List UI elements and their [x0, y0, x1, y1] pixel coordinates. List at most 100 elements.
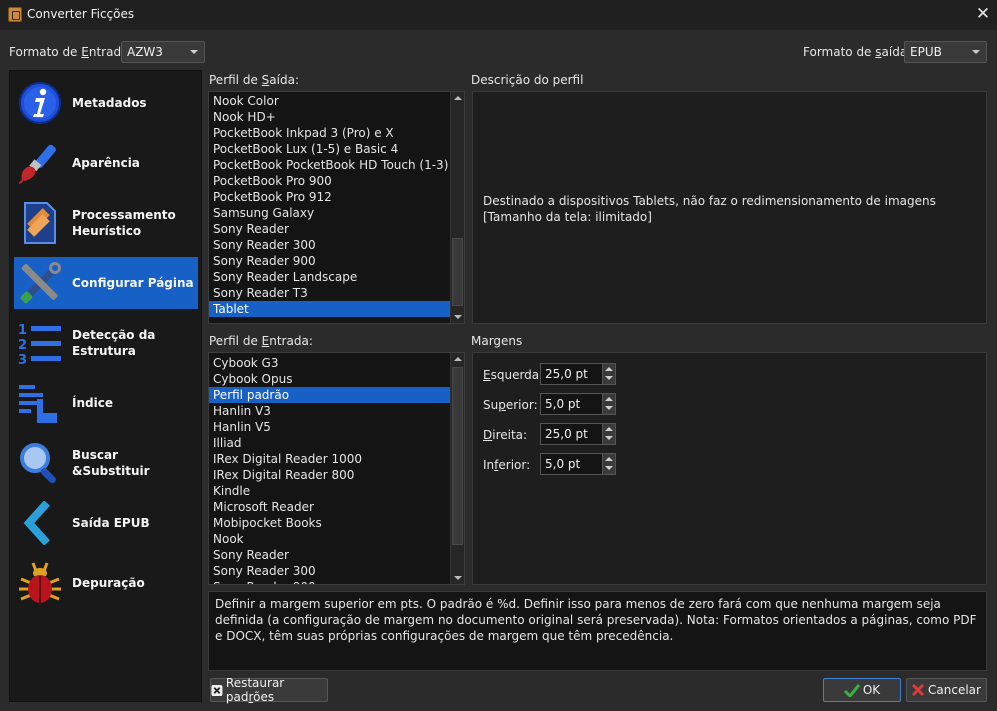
- scroll-down-arrow-icon[interactable]: [451, 310, 464, 323]
- spin-arrows-icon[interactable]: [602, 394, 615, 414]
- output-format-label: Formato de saída:: [803, 45, 911, 59]
- sidebar-item-deteccao-da-estrutura[interactable]: 1 2 3 Detecção da Estrutura: [14, 317, 198, 369]
- list-item[interactable]: IRex Digital Reader 800: [209, 467, 451, 483]
- scroll-up-arrow-icon[interactable]: [451, 353, 464, 366]
- input-format-label: Formato de Entrada:: [9, 45, 132, 59]
- list-item[interactable]: PocketBook Lux (1-5) e Basic 4: [209, 141, 451, 157]
- margin-left-label-rest: squerda:: [490, 368, 544, 382]
- search-icon: [20, 443, 56, 484]
- spin-arrows-icon[interactable]: [602, 364, 615, 384]
- sidebar-item-aparencia[interactable]: Aparência: [14, 137, 198, 189]
- margin-left-label-mnemonic: E: [483, 368, 491, 382]
- ok-label: OK: [862, 683, 881, 697]
- chevron-left-icon: [23, 501, 50, 545]
- list-item[interactable]: Microsoft Reader: [209, 499, 451, 515]
- sidebar-item-label: Depuração: [72, 576, 145, 590]
- margin-top-spinbox[interactable]: 5,0 pt: [540, 393, 616, 415]
- ok-button[interactable]: OK: [823, 678, 901, 702]
- brush-icon: [18, 144, 56, 184]
- chevron-down-icon: [190, 50, 198, 54]
- sidebar-item-depuracao[interactable]: Depuração: [14, 557, 198, 609]
- list-item[interactable]: Hanlin V5: [209, 419, 451, 435]
- sidebar-item-label: Índice: [72, 396, 113, 410]
- chevron-down-icon: [972, 50, 980, 54]
- input-format-value: AZW3: [127, 45, 163, 59]
- list-item[interactable]: Sony Reader Landscape: [209, 269, 451, 285]
- list-item[interactable]: Sony Reader 900: [209, 579, 451, 584]
- list-item[interactable]: PocketBook Pro 912: [209, 189, 451, 205]
- sidebar: Metadados Aparência Processamento Heurís…: [9, 70, 202, 702]
- list-item[interactable]: Nook: [209, 531, 451, 547]
- margin-left-spinbox[interactable]: 25,0 pt: [540, 363, 616, 385]
- close-icon[interactable]: ✕: [973, 4, 993, 24]
- sidebar-item-label: Configurar Página: [72, 276, 194, 290]
- margin-bottom-label: Inferior:: [483, 458, 530, 472]
- input-format-select[interactable]: AZW3: [121, 41, 205, 63]
- list-item[interactable]: Illiad: [209, 435, 451, 451]
- spin-arrows-icon[interactable]: [602, 454, 615, 474]
- list-item[interactable]: Sony Reader T3: [209, 285, 451, 301]
- sidebar-item-metadados[interactable]: Metadados: [14, 77, 198, 129]
- list-item[interactable]: Hanlin V3: [209, 403, 451, 419]
- sidebar-item-label: Detecção da Estrutura: [72, 328, 156, 358]
- list-item[interactable]: Sony Reader 900: [209, 253, 451, 269]
- scrollbar-thumb[interactable]: [452, 238, 463, 306]
- output-profile-list[interactable]: Nook Color Nook HD+ PocketBook Inkpad 3 (P…: [208, 91, 465, 324]
- output-profile-label-pre: Perfil de: [209, 73, 262, 87]
- margins-label: Margens: [471, 334, 523, 348]
- sidebar-item-label: Buscar &Substituir: [72, 448, 150, 478]
- sidebar-item-buscar-substituir[interactable]: Buscar &Substituir: [14, 437, 198, 489]
- margin-right-spinbox[interactable]: 25,0 pt: [540, 423, 616, 445]
- list-item[interactable]: Sony Reader: [209, 547, 451, 563]
- input-profile-label-pre: Perfil de: [209, 334, 262, 348]
- output-format-select[interactable]: EPUB: [904, 41, 987, 63]
- list-item[interactable]: Perfil padrão: [209, 387, 451, 403]
- margin-bottom-spinbox[interactable]: 5,0 pt: [540, 453, 616, 475]
- list-item[interactable]: Tablet: [209, 301, 451, 317]
- list-item[interactable]: Sony Reader: [209, 221, 451, 237]
- scrollbar-thumb[interactable]: [452, 367, 463, 545]
- margin-right-label-mnemonic: D: [483, 428, 493, 442]
- margin-right-label: Direita:: [483, 428, 527, 442]
- restore-defaults-label: Restaurar padrões: [226, 676, 327, 704]
- sidebar-item-indice[interactable]: Índice: [14, 377, 198, 429]
- svg-text:1: 1: [18, 323, 27, 338]
- cancel-label: Cancelar: [928, 683, 981, 697]
- toc-icon: [19, 385, 57, 423]
- list-item[interactable]: Sony Reader 300: [209, 237, 451, 253]
- input-profile-scrollbar[interactable]: [450, 353, 464, 584]
- scroll-down-arrow-icon[interactable]: [451, 571, 464, 584]
- help-text: Definir a margem superior em pts. O padr…: [208, 591, 987, 671]
- sidebar-item-processamento-heuristico[interactable]: Processamento Heurístico: [14, 197, 198, 249]
- list-item[interactable]: PocketBook Pro 900: [209, 173, 451, 189]
- spin-arrows-icon[interactable]: [602, 424, 615, 444]
- input-profile-list[interactable]: Cybook G3 Cybook Opus Perfil padrão Hanlin …: [208, 352, 465, 585]
- sidebar-item-saida-epub[interactable]: Saída EPUB: [14, 497, 198, 549]
- list-item[interactable]: Nook HD+: [209, 109, 451, 125]
- list-item[interactable]: IRex Digital Reader 1000: [209, 451, 451, 467]
- list-item[interactable]: Cybook G3: [209, 355, 451, 371]
- scroll-up-arrow-icon[interactable]: [451, 92, 464, 105]
- list-item[interactable]: Samsung Galaxy: [209, 205, 451, 221]
- margin-bottom-label-pre: In: [483, 458, 495, 472]
- list-item[interactable]: PocketBook Inkpad 3 (Pro) e X: [209, 125, 451, 141]
- clear-icon: [211, 684, 223, 696]
- list-item[interactable]: Cybook Opus: [209, 371, 451, 387]
- margin-top-label-pre: Su: [483, 398, 499, 412]
- input-profile-rows: Cybook G3 Cybook Opus Perfil padrão Hanlin …: [209, 355, 451, 584]
- checkmark-icon: [843, 683, 860, 697]
- cancel-button[interactable]: Cancelar: [906, 678, 987, 702]
- input-profile-label: Perfil de Entrada:: [209, 334, 313, 348]
- restore-defaults-button[interactable]: Restaurar padrões: [210, 676, 328, 704]
- sidebar-item-configurar-pagina[interactable]: Configurar Página: [14, 257, 198, 309]
- list-item[interactable]: Nook Color: [209, 93, 451, 109]
- list-item[interactable]: Sony Reader 300: [209, 563, 451, 579]
- sidebar-item-label: Metadados: [72, 96, 147, 110]
- output-profile-scrollbar[interactable]: [450, 92, 464, 323]
- list-item[interactable]: Kindle: [209, 483, 451, 499]
- info-icon: [19, 82, 61, 124]
- list-item[interactable]: Mobipocket Books: [209, 515, 451, 531]
- list-item[interactable]: PocketBook PocketBook HD Touch (1-3): [209, 157, 451, 173]
- margin-left-label: Esquerda:: [483, 368, 543, 382]
- profile-description-label: Descrição do perfil: [471, 73, 584, 87]
